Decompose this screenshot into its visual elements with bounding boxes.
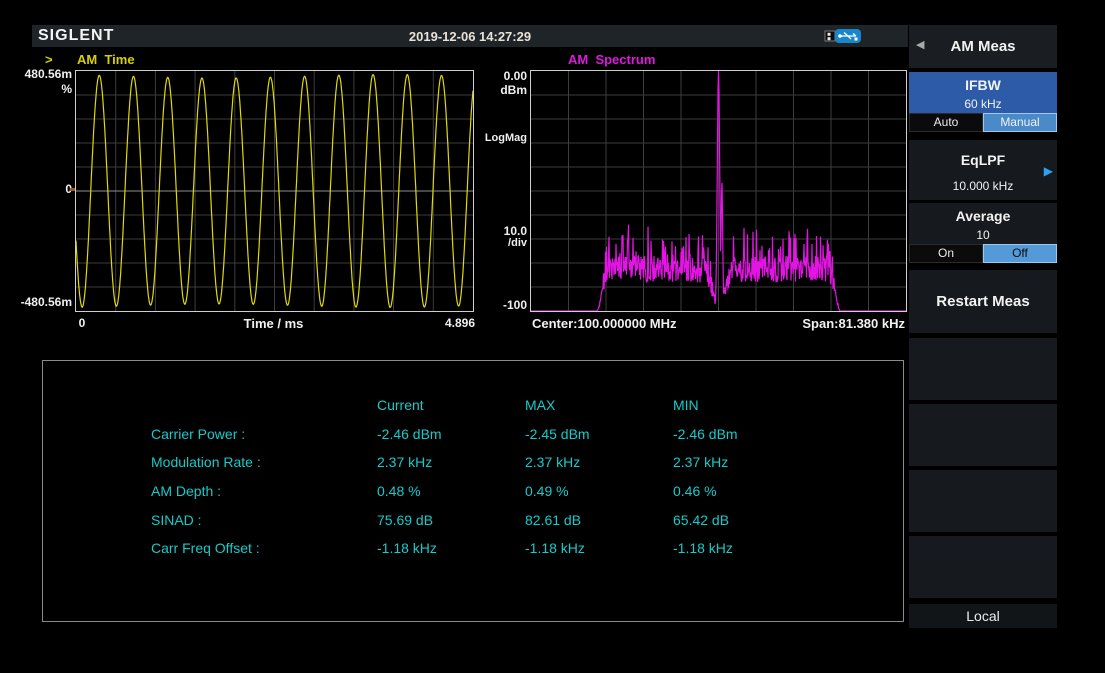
results-cell: -1.18 kHz [377,540,525,569]
results-cell: 82.61 dB [525,512,673,541]
results-row-label: Modulation Rate : [151,454,377,483]
spectrum-scale-div-unit-label: /div [478,237,527,249]
time-chart-title: AM Time [77,52,135,67]
softkey-label: EqLPF [909,152,1057,168]
results-cell: 0.48 % [377,483,525,512]
results-row-label: Carr Freq Offset : [151,540,377,569]
results-column-header: MIN [673,397,823,426]
softkey-eqlpf[interactable]: EqLPF 10.000 kHz ▶ [909,140,1057,200]
local-button[interactable]: Local [909,604,1057,628]
time-domain-plot [75,70,474,312]
spectrum-ref-level-label: 0.00 [478,69,527,83]
menu-header-am-meas[interactable]: ◀ AM Meas [909,25,1057,68]
spectrum-scale-type-label: LogMag [478,132,527,144]
results-cell: 2.37 kHz [673,454,823,483]
usb-icon [824,28,862,44]
softkey-restart-meas[interactable]: Restart Meas [909,270,1057,333]
datetime-display: 2019-12-06 14:27:29 [32,29,908,44]
softkey-blank-3[interactable] [909,470,1057,532]
softkey-blank-4[interactable] [909,536,1057,598]
spectrum-span-label: Span:81.380 kHz [700,316,905,331]
results-cell: 2.37 kHz [377,454,525,483]
menu-title: AM Meas [909,25,1057,68]
softkey-value: 10 [909,228,1057,242]
results-cell: 65.42 dB [673,512,823,541]
results-cell: 0.49 % [525,483,673,512]
softkey-blank-2[interactable] [909,404,1057,466]
average-on-option[interactable]: On [909,244,983,263]
softkey-label: Restart Meas [909,270,1057,333]
time-y-max-label: 480.56m [2,67,72,81]
spectrum-ref-unit-label: dBm [478,83,527,97]
ifbw-manual-option[interactable]: Manual [983,113,1057,132]
softkey-blank-1[interactable] [909,338,1057,400]
results-cell: 0.46 % [673,483,823,512]
softkey-value: 60 kHz [909,97,1057,111]
results-cell: -2.46 dBm [673,426,823,455]
average-on-off-toggle: On Off [909,244,1057,263]
softkey-value: 10.000 kHz [909,179,1057,193]
top-status-bar: SIGLENT 2019-12-06 14:27:29 [32,25,908,47]
spectrum-plot [530,70,907,312]
spectrum-center-label: Center:100.000000 MHz [532,316,677,331]
results-cell: 75.69 dB [377,512,525,541]
softkey-label: Average [909,208,1057,224]
time-x-end-label: 4.896 [420,316,475,330]
time-trace-marker: > [45,52,53,67]
results-corner-cell [151,397,377,426]
time-y-min-label: -480.56m [2,295,72,309]
results-column-header: Current [377,397,525,426]
spectrum-y-min-label: -100 [478,298,527,312]
results-cell: -2.45 dBm [525,426,673,455]
results-row-label: AM Depth : [151,483,377,512]
results-row-label: Carrier Power : [151,426,377,455]
time-y-mid-label: 0 [2,182,72,196]
results-cell: 2.37 kHz [525,454,673,483]
time-x-axis-label: Time / ms [75,316,472,331]
results-cell: -1.18 kHz [673,540,823,569]
softkey-label: IFBW [909,77,1057,93]
measurement-results-table: Current MAX MIN Carrier Power : -2.46 dB… [151,397,823,569]
menu-back-arrow-icon: ◀ [916,40,924,51]
results-row-label: SINAD : [151,512,377,541]
results-column-header: MAX [525,397,673,426]
results-cell: -1.18 kHz [525,540,673,569]
ifbw-auto-manual-toggle: Auto Manual [909,113,1057,132]
spectrum-scale-div-label: 10.0 [478,224,527,238]
softkey-ifbw[interactable]: IFBW 60 kHz Auto Manual [909,72,1057,132]
ifbw-auto-option[interactable]: Auto [909,113,983,132]
time-y-unit-label: % [2,82,72,96]
submenu-arrow-icon: ▶ [1044,164,1053,178]
measurement-results-panel: Current MAX MIN Carrier Power : -2.46 dB… [42,360,904,622]
average-off-option[interactable]: Off [983,244,1057,263]
softkey-average[interactable]: Average 10 On Off [909,203,1057,263]
spectrum-chart-title: AM Spectrum [568,52,655,67]
results-cell: -2.46 dBm [377,426,525,455]
